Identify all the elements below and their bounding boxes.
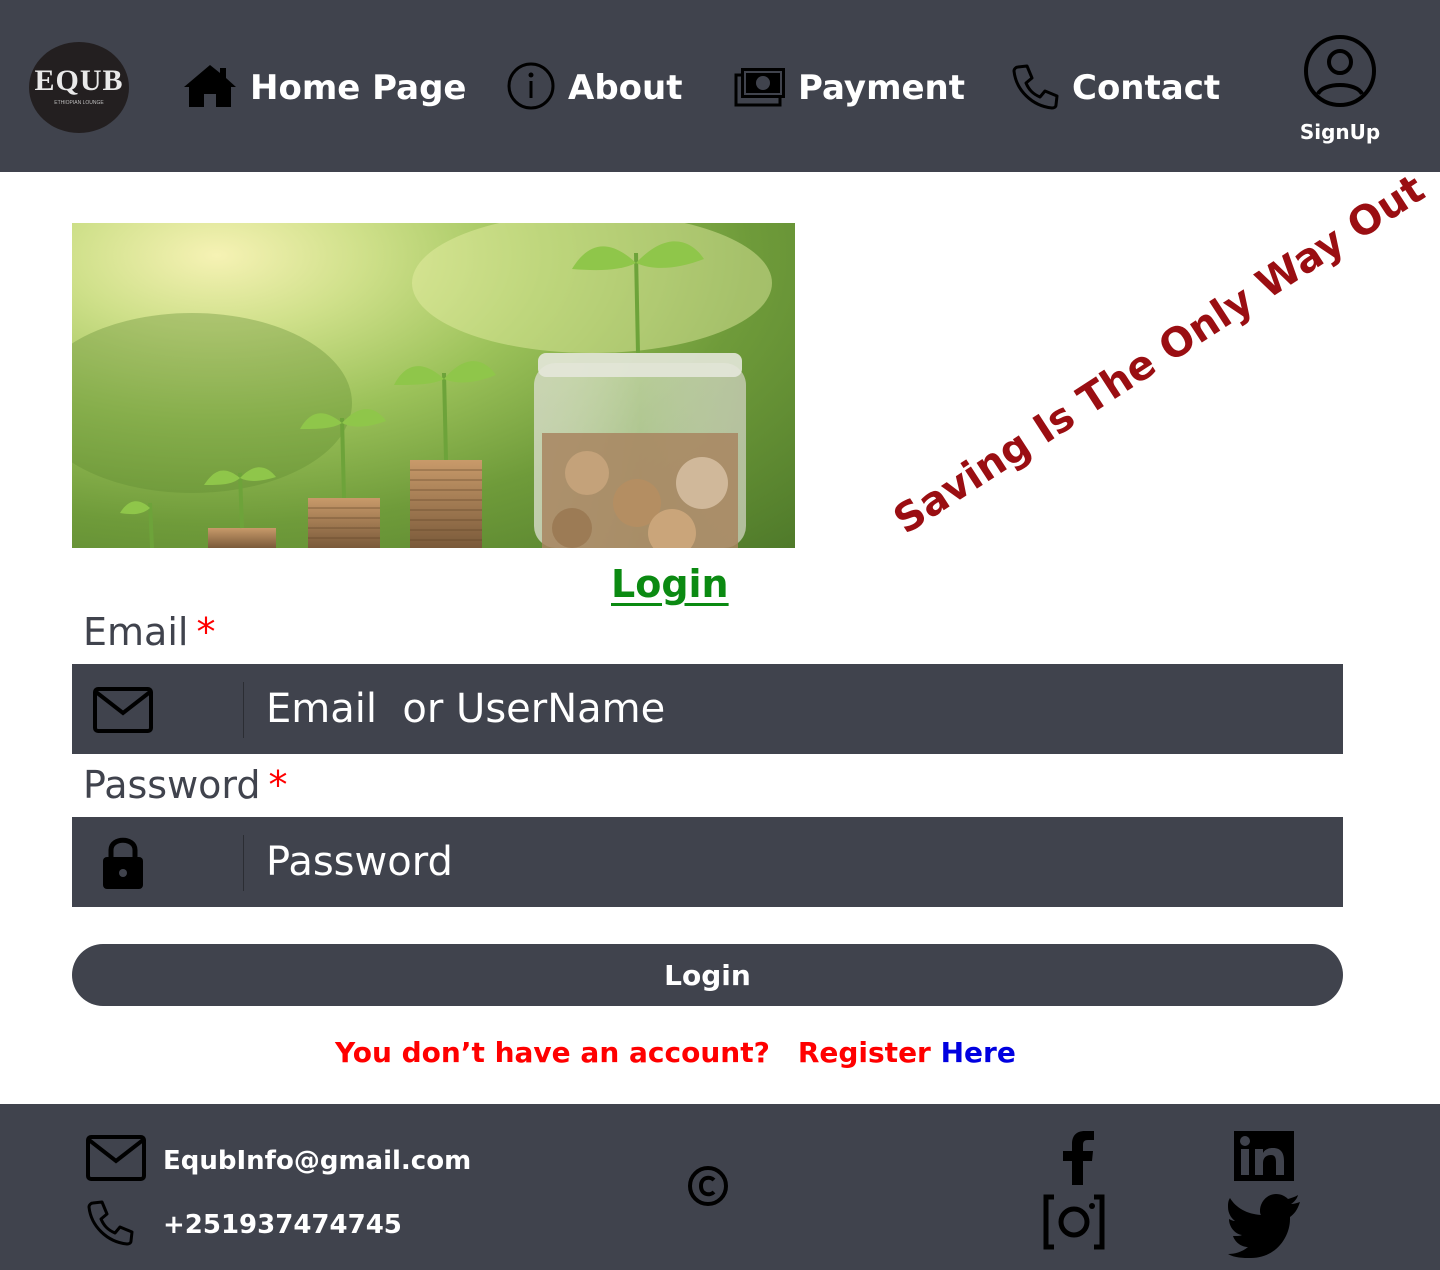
instagram-icon[interactable]	[1042, 1194, 1106, 1255]
email-label: Email *	[83, 610, 215, 654]
linkedin-icon[interactable]	[1234, 1131, 1294, 1186]
info-icon	[506, 61, 556, 116]
register-prompt: You don’t have an account? Register Here	[335, 1036, 1016, 1069]
required-marker: *	[268, 763, 288, 807]
facebook-icon[interactable]	[1058, 1131, 1098, 1190]
nav-about[interactable]: About	[506, 62, 682, 114]
mail-icon	[86, 1134, 146, 1187]
nav-about-label: About	[568, 68, 683, 108]
lock-icon	[92, 837, 154, 889]
password-field-container	[72, 817, 1343, 907]
nav-contact[interactable]: Contact	[1012, 62, 1220, 114]
email-input[interactable]	[266, 678, 1326, 740]
email-field-container	[72, 664, 1343, 754]
register-text: Register	[797, 1036, 931, 1069]
password-input[interactable]	[266, 831, 1326, 893]
savings-plant-coins-image	[72, 223, 795, 548]
footer-phone-row: +251937474745	[86, 1198, 402, 1251]
logo-subtext: ETHIOPIAN LOUNGE	[54, 100, 104, 106]
phone-icon	[86, 1198, 136, 1251]
nav-payment-label: Payment	[798, 68, 966, 108]
signup-button[interactable]: SignUp	[1294, 34, 1386, 150]
password-label-text: Password	[83, 763, 261, 807]
footer-email[interactable]: EqubInfo@gmail.com	[163, 1146, 471, 1176]
field-divider	[243, 682, 244, 738]
signup-label: SignUp	[1299, 120, 1381, 144]
copyright-icon	[687, 1165, 729, 1212]
money-icon	[734, 65, 786, 112]
nav-home-label: Home Page	[250, 68, 467, 108]
top-navbar: EQUB ETHIOPIAN LOUNGE Home Page About Pa…	[0, 0, 1440, 172]
register-here-link[interactable]: Here	[941, 1036, 1016, 1069]
password-label: Password *	[83, 763, 288, 807]
phone-icon	[1012, 62, 1060, 115]
footer-email-row: EqubInfo@gmail.com	[86, 1134, 471, 1187]
equb-logo[interactable]: EQUB ETHIOPIAN LOUNGE	[29, 42, 129, 133]
login-button[interactable]: Login	[72, 944, 1343, 1006]
field-divider	[243, 835, 244, 891]
mail-icon	[92, 686, 154, 734]
home-icon	[182, 63, 238, 114]
login-title: Login	[611, 562, 729, 606]
nav-contact-label: Contact	[1072, 68, 1221, 108]
nav-payment[interactable]: Payment	[734, 62, 965, 114]
no-account-text: You don’t have an account?	[335, 1036, 770, 1069]
twitter-icon[interactable]	[1228, 1194, 1302, 1263]
logo-text: EQUB	[34, 64, 124, 97]
email-label-text: Email	[83, 610, 189, 654]
footer-phone[interactable]: +251937474745	[163, 1210, 402, 1240]
required-marker: *	[196, 610, 216, 654]
slogan-text: Saving Is The Only Way Out	[885, 165, 1433, 544]
nav-home-page[interactable]: Home Page	[182, 62, 466, 114]
user-account-icon	[1304, 35, 1376, 107]
footer: EqubInfo@gmail.com +251937474745	[0, 1104, 1440, 1270]
